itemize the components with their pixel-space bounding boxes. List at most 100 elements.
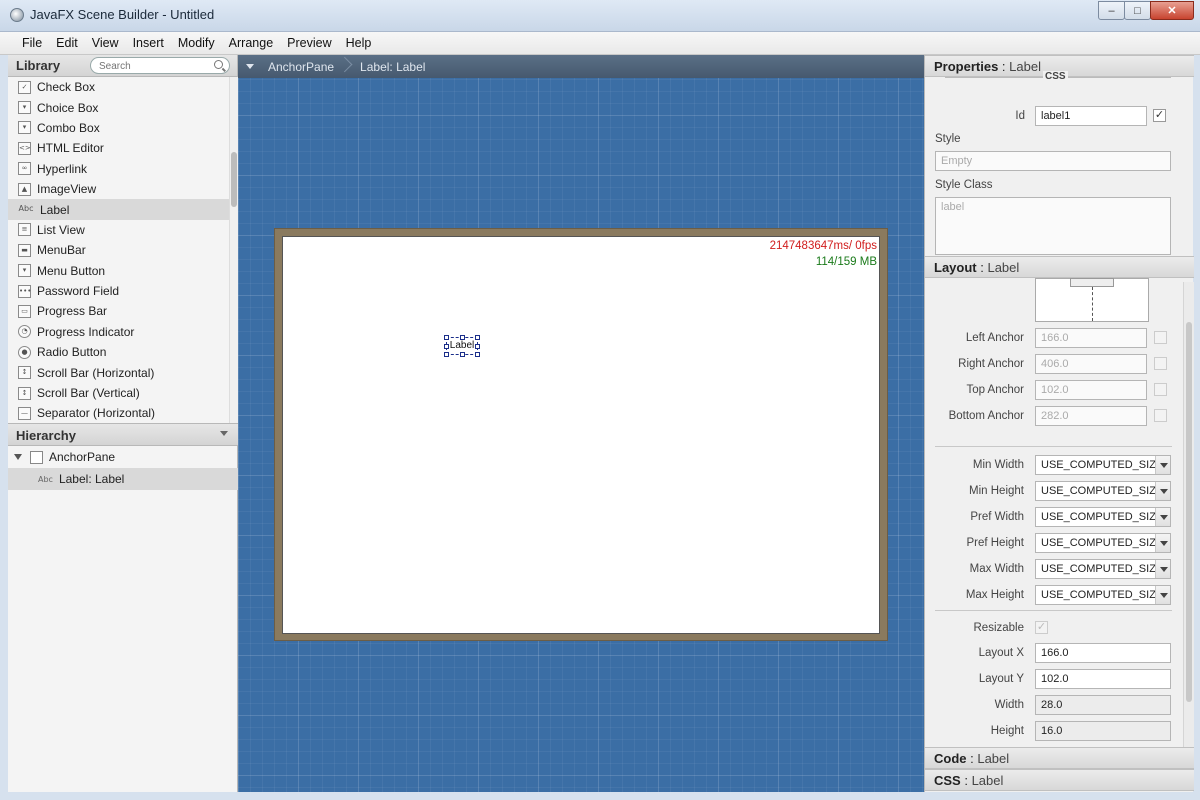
layout-section-header[interactable]: Layout : Label <box>925 256 1194 278</box>
pref-height-select[interactable]: USE_COMPUTED_SIZE <box>1035 533 1171 553</box>
library-item-label: Scroll Bar (Horizontal) <box>37 365 155 380</box>
id-checkbox[interactable]: ✓ <box>1153 109 1166 122</box>
style-class-field[interactable]: label <box>935 197 1171 255</box>
chevron-down-icon[interactable] <box>1155 456 1170 474</box>
resize-handle-s[interactable] <box>460 352 465 357</box>
library-item-menubar[interactable]: ▬ MenuBar <box>8 240 238 260</box>
left-panel: Library ✓ Check Box ▾ Choice Box ▾ Combo Bo… <box>8 55 238 792</box>
max-width-select[interactable]: USE_COMPUTED_SIZE <box>1035 559 1171 579</box>
id-field[interactable]: label1 <box>1035 106 1147 126</box>
menu-arrange[interactable]: Arrange <box>222 32 280 54</box>
label-node-text: Label <box>449 340 475 351</box>
library-item-label: Radio Button <box>37 345 107 360</box>
min-width-value: USE_COMPUTED_SIZE <box>1041 459 1164 471</box>
chevron-down-icon[interactable] <box>220 431 228 436</box>
expand-triangle-icon[interactable] <box>14 454 22 460</box>
breadcrumb-item-anchorpane[interactable]: AnchorPane <box>268 60 334 74</box>
min-height-select[interactable]: USE_COMPUTED_SIZE <box>1035 481 1171 501</box>
resize-handle-w[interactable] <box>444 344 449 349</box>
library-item-label: Label <box>40 202 70 217</box>
resize-handle-e[interactable] <box>475 344 480 349</box>
library-item-list-view[interactable]: ≡ List View <box>8 220 238 240</box>
menu-help[interactable]: Help <box>339 32 379 54</box>
library-item-choice-box[interactable]: ▾ Choice Box <box>8 97 238 117</box>
library-item-progress-indicator[interactable]: ◔ Progress Indicator <box>8 322 238 342</box>
layout-x-field[interactable]: 166.0 <box>1035 643 1171 663</box>
menu-preview[interactable]: Preview <box>280 32 338 54</box>
pref-width-select[interactable]: USE_COMPUTED_SIZE <box>1035 507 1171 527</box>
library-item-radio-button[interactable]: ● Radio Button <box>8 342 238 362</box>
divider <box>935 446 1172 447</box>
chevron-down-icon[interactable] <box>1155 534 1170 552</box>
bottom-anchor-checkbox[interactable] <box>1154 409 1167 422</box>
pref-width-label: Pref Width <box>970 511 1024 523</box>
library-item-label: Password Field <box>37 284 120 299</box>
min-width-select[interactable]: USE_COMPUTED_SIZE <box>1035 455 1171 475</box>
layout-y-field[interactable]: 102.0 <box>1035 669 1171 689</box>
chevron-down-icon[interactable] <box>1155 560 1170 578</box>
css-section-header[interactable]: CSS : Label <box>925 769 1194 791</box>
minimize-button[interactable]: – <box>1098 1 1125 20</box>
library-search[interactable] <box>90 57 230 74</box>
inspector-scrollbar-thumb[interactable] <box>1186 322 1192 702</box>
close-button[interactable]: ✕ <box>1150 1 1194 20</box>
library-item-menu-button[interactable]: ▾ Menu Button <box>8 261 238 281</box>
library-item-hyperlink[interactable]: ∞ Hyperlink <box>8 159 238 179</box>
resize-handle-se[interactable] <box>475 352 480 357</box>
hierarchy-item-label[interactable]: Abc Label: Label <box>8 468 238 490</box>
library-item-imageview[interactable]: ▲ ImageView <box>8 179 238 199</box>
resize-handle-nw[interactable] <box>444 335 449 340</box>
library-item-label: MenuBar <box>37 243 86 258</box>
left-anchor-field[interactable]: 166.0 <box>1035 328 1147 348</box>
breadcrumb-item-label[interactable]: Label: Label <box>360 60 425 74</box>
library-search-input[interactable] <box>97 60 207 73</box>
library-item-separator-horizontal[interactable]: — Separator (Horizontal) <box>8 403 238 423</box>
library-item-combo-box[interactable]: ▾ Combo Box <box>8 118 238 138</box>
library-scrollbar-thumb[interactable] <box>231 152 237 207</box>
chevron-down-icon[interactable] <box>1155 508 1170 526</box>
anchorpane-stage[interactable]: 2147483647ms/ 0fps 114/159 MB Label <box>282 236 880 634</box>
right-anchor-checkbox[interactable] <box>1154 357 1167 370</box>
menu-file[interactable]: File <box>15 32 49 54</box>
resize-handle-ne[interactable] <box>475 335 480 340</box>
right-anchor-field[interactable]: 406.0 <box>1035 354 1147 374</box>
menu-insert[interactable]: Insert <box>126 32 171 54</box>
library-item-scroll-bar-vertical[interactable]: ↕ Scroll Bar (Vertical) <box>8 383 238 403</box>
code-section-header[interactable]: Code : Label <box>925 747 1194 769</box>
anchor-diagram[interactable] <box>1035 278 1149 322</box>
max-width-label: Max Width <box>969 563 1024 575</box>
chevron-down-icon[interactable] <box>1155 586 1170 604</box>
inspector-scrollbar[interactable] <box>1183 282 1194 752</box>
top-anchor-field[interactable]: 102.0 <box>1035 380 1147 400</box>
chevron-down-icon[interactable] <box>1155 482 1170 500</box>
library-item-check-box[interactable]: ✓ Check Box <box>8 77 238 97</box>
max-height-select[interactable]: USE_COMPUTED_SIZE <box>1035 585 1171 605</box>
menu-edit[interactable]: Edit <box>49 32 85 54</box>
library-item-scroll-bar-horizontal[interactable]: ↕ Scroll Bar (Horizontal) <box>8 362 238 382</box>
bottom-anchor-field[interactable]: 282.0 <box>1035 406 1147 426</box>
left-anchor-label: Left Anchor <box>965 332 1024 344</box>
chevron-down-icon[interactable] <box>246 64 254 69</box>
radio-button-icon: ● <box>18 345 31 359</box>
maximize-button[interactable]: □ <box>1124 1 1151 20</box>
library-item-label-selected[interactable]: Abc Label <box>8 199 238 220</box>
library-scrollbar[interactable] <box>229 77 238 423</box>
menu-view[interactable]: View <box>85 32 126 54</box>
resize-handle-sw[interactable] <box>444 352 449 357</box>
hierarchy-item-anchorpane[interactable]: AnchorPane <box>8 446 238 468</box>
top-anchor-checkbox[interactable] <box>1154 383 1167 396</box>
library-item-html-editor[interactable]: <> HTML Editor <box>8 138 238 158</box>
design-canvas[interactable]: AnchorPane Label: Label 2147483647ms/ 0f… <box>238 55 924 792</box>
hierarchy-header[interactable]: Hierarchy <box>8 423 238 446</box>
search-icon[interactable] <box>214 60 223 69</box>
layout-title: Layout <box>934 260 977 275</box>
library-item-password-field[interactable]: ••• Password Field <box>8 281 238 301</box>
selected-label-node[interactable]: Label <box>444 335 480 357</box>
code-subtitle: Label <box>977 751 1010 766</box>
resizable-checkbox[interactable]: ✓ <box>1035 621 1048 634</box>
left-anchor-checkbox[interactable] <box>1154 331 1167 344</box>
library-item-progress-bar[interactable]: ▭ Progress Bar <box>8 301 238 321</box>
menu-modify[interactable]: Modify <box>171 32 222 54</box>
style-field[interactable]: Empty <box>935 151 1171 171</box>
resize-handle-n[interactable] <box>460 335 465 340</box>
